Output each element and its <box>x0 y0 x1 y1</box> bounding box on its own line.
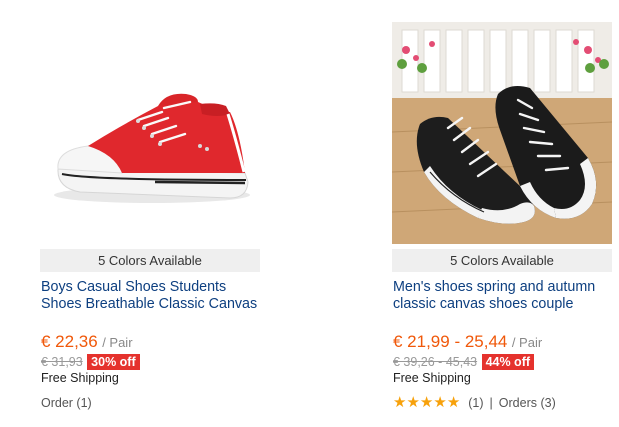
discount-badge: 44% off <box>481 353 535 370</box>
original-price: € 39,26 - 45,43 <box>393 354 478 369</box>
star-rating[interactable]: ★ ★ ★ ★ ★ <box>393 394 461 411</box>
price-row: € 22,36 / Pair <box>41 332 133 352</box>
star-icon: ★ <box>446 394 461 411</box>
price-unit: / Pair <box>102 335 133 350</box>
price-row: € 21,99 - 25,44 / Pair <box>393 332 542 352</box>
price: € 21,99 - 25,44 <box>393 332 508 351</box>
order-count[interactable]: Orders (3) <box>499 396 556 410</box>
shipping-label: Free Shipping <box>41 371 119 385</box>
star-icon: ★ <box>406 394 420 411</box>
original-price-row: € 39,26 - 45,43 44% off <box>393 353 535 370</box>
star-icon: ★ <box>393 394 407 411</box>
shipping-label: Free Shipping <box>393 371 471 385</box>
orders-row: Order (1) <box>41 396 92 410</box>
price-unit: / Pair <box>511 335 543 350</box>
order-count[interactable]: Order (1) <box>41 396 92 410</box>
product-image[interactable] <box>40 22 260 244</box>
original-price-row: € 31,93 30% off <box>41 353 140 370</box>
orders-row: ★ ★ ★ ★ ★ (1) | Orders (3) <box>393 394 556 411</box>
product-title[interactable]: Men's shoes spring and autumn classic ca… <box>393 279 615 313</box>
product-image[interactable] <box>392 22 612 244</box>
black-canvas-sneakers-icon <box>392 22 612 244</box>
rating-count[interactable]: (1) <box>468 396 483 410</box>
star-icon: ★ <box>419 394 434 411</box>
colors-available-label[interactable]: 5 Colors Available <box>392 249 612 272</box>
product-card[interactable]: 5 Colors Available Men's shoes spring an… <box>392 0 614 427</box>
price: € 22,36 <box>41 332 98 351</box>
product-title[interactable]: Boys Casual Shoes Students Shoes Breatha… <box>41 279 263 313</box>
original-price: € 31,93 <box>41 354 83 369</box>
colors-available-label[interactable]: 5 Colors Available <box>40 249 260 272</box>
separator: | <box>489 396 493 410</box>
red-canvas-sneaker-icon <box>54 93 250 203</box>
star-icon: ★ <box>433 394 447 411</box>
product-card[interactable]: 5 Colors Available Boys Casual Shoes Stu… <box>40 0 262 427</box>
discount-badge: 30% off <box>87 353 140 370</box>
